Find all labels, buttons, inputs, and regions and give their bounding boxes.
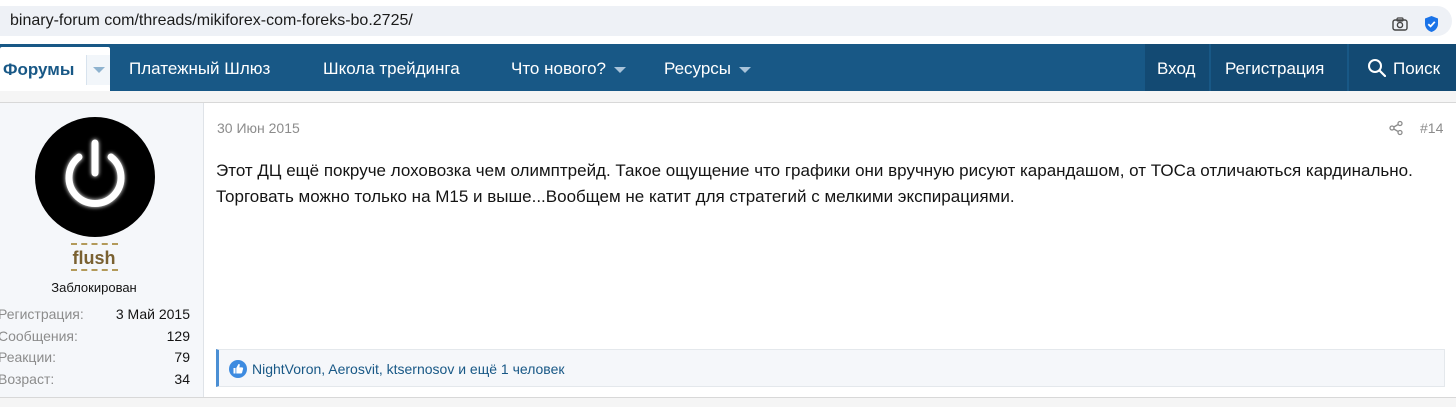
nav-item-whats-new[interactable]: Что нового? — [511, 59, 626, 79]
shield-check-icon[interactable] — [1423, 15, 1440, 33]
chevron-down-icon — [93, 67, 105, 73]
reaction-users[interactable]: NightVoron, Aerosvit, ktsernosov — [252, 361, 454, 377]
post-body: Этот ДЦ ещё покруче лоховозка чем олимпт… — [216, 161, 1413, 206]
username: flush — [0, 243, 188, 271]
search-button[interactable]: Поиск — [1349, 44, 1456, 91]
reactions-bar: NightVoron, Aerosvit, ktsernosov и ещё 1… — [216, 349, 1445, 387]
search-label: Поиск — [1393, 59, 1441, 78]
register-label: Регистрация — [1225, 59, 1325, 78]
nav-forums-dropdown[interactable] — [86, 55, 110, 85]
stat-reactions: Реакции: 79 — [0, 349, 190, 371]
login-button[interactable]: Вход — [1145, 44, 1209, 91]
chevron-down-icon[interactable] — [613, 66, 626, 73]
nav-forums-label[interactable]: Форумы — [3, 60, 74, 80]
url-text[interactable]: binary-forum com/threads/mikiforex-com-f… — [10, 12, 413, 30]
stat-value: 129 — [166, 327, 190, 344]
address-bar: binary-forum com/threads/mikiforex-com-f… — [0, 0, 1456, 44]
nav-item-whats-new-label: Что нового? — [511, 59, 606, 78]
reactions-list[interactable]: NightVoron, Aerosvit, ktsernosov и ещё 1… — [252, 361, 565, 377]
nav-forums-tab[interactable]: Форумы — [0, 47, 110, 91]
reaction-more[interactable]: и ещё 1 человек — [454, 361, 564, 377]
chevron-down-icon[interactable] — [739, 66, 752, 73]
stat-age: Возраст: 34 — [0, 371, 190, 393]
username-link[interactable]: flush — [70, 243, 118, 271]
stat-label: Возраст: — [0, 370, 55, 387]
stat-value: 79 — [174, 349, 190, 365]
post-message: flush Заблокирован Регистрация: 3 Май 20… — [0, 102, 1456, 398]
post-date[interactable]: 30 Июн 2015 — [217, 120, 300, 136]
nav-item-resources-label: Ресурсы — [664, 59, 732, 78]
url-field[interactable]: binary-forum com/threads/mikiforex-com-f… — [0, 6, 1452, 36]
stat-label: Сообщения: — [0, 327, 78, 344]
share-icon[interactable] — [1388, 120, 1404, 136]
power-icon — [65, 139, 125, 207]
forum-navbar: Форумы Платежный Шлюз Школа трейдинга Чт… — [0, 44, 1456, 91]
user-info-column: flush Заблокирован Регистрация: 3 Май 20… — [0, 103, 204, 397]
avatar[interactable] — [35, 117, 155, 237]
stat-value: 34 — [174, 370, 190, 387]
nav-item-payment-gateway[interactable]: Платежный Шлюз — [129, 59, 270, 79]
register-button[interactable]: Регистрация — [1211, 44, 1347, 91]
camera-icon[interactable] — [1392, 17, 1408, 31]
stat-registration: Регистрация: 3 Май 2015 — [0, 306, 190, 328]
user-status: Заблокирован — [51, 280, 137, 295]
user-stats: Регистрация: 3 Май 2015 Сообщения: 129 Р… — [0, 306, 190, 392]
stat-value: 3 Май 2015 — [115, 306, 190, 322]
login-label: Вход — [1157, 59, 1196, 78]
nav-item-trading-school[interactable]: Школа трейдинга — [323, 59, 460, 79]
like-icon — [229, 360, 247, 378]
stat-label: Регистрация: — [0, 306, 84, 322]
stat-label: Реакции: — [0, 349, 56, 365]
search-icon — [1368, 59, 1386, 77]
nav-item-resources[interactable]: Ресурсы — [664, 59, 752, 79]
post-number[interactable]: #14 — [1420, 120, 1443, 136]
stat-messages: Сообщения: 129 — [0, 328, 190, 350]
